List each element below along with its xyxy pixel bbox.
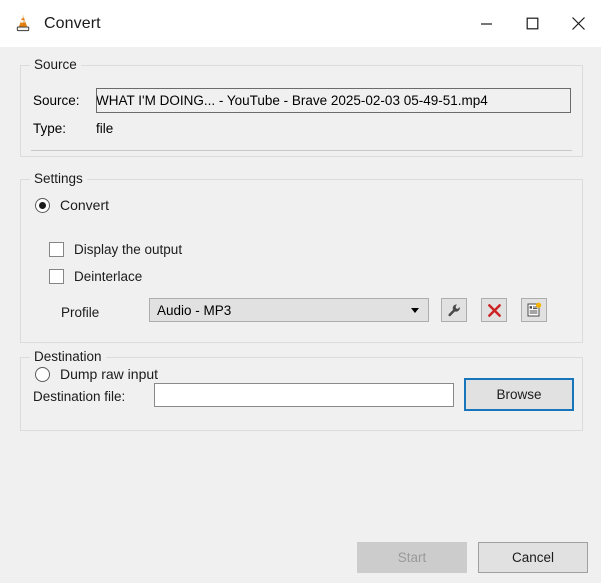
type-value: file: [96, 121, 114, 136]
title-bar-left: Convert: [0, 13, 101, 35]
settings-group: Settings Convert Display the output Dein…: [20, 171, 583, 382]
checkbox-icon-display-output: [49, 242, 64, 257]
window-title: Convert: [44, 14, 101, 32]
wrench-icon: [447, 303, 460, 316]
window-controls: [463, 0, 601, 47]
maximize-button[interactable]: [509, 0, 555, 47]
red-x-icon: [487, 303, 501, 317]
browse-button-label: Browse: [496, 387, 542, 402]
delete-profile-button[interactable]: [481, 298, 507, 322]
create-profile-button[interactable]: [521, 298, 547, 322]
title-bar: Convert: [0, 0, 601, 47]
profile-label: Profile: [61, 305, 100, 320]
edit-profile-button[interactable]: [441, 298, 467, 322]
maximize-icon: [526, 17, 538, 30]
new-profile-icon: [527, 302, 542, 317]
close-icon: [571, 17, 585, 30]
minimize-icon: [480, 23, 492, 25]
profile-select[interactable]: Audio - MP3: [149, 298, 429, 322]
vlc-cone-icon: [12, 13, 34, 35]
minimize-button[interactable]: [463, 0, 509, 47]
source-field-label: Source:: [33, 93, 80, 108]
convert-radio-label: Convert: [60, 197, 110, 213]
cancel-button[interactable]: Cancel: [478, 542, 588, 573]
cancel-button-label: Cancel: [511, 550, 555, 565]
checkbox-icon-deinterlace: [49, 269, 64, 284]
destination-file-input[interactable]: [154, 383, 454, 407]
display-output-checkbox[interactable]: Display the output: [49, 242, 182, 257]
profile-selected-value: Audio - MP3: [157, 302, 232, 318]
chevron-down-icon: [411, 307, 419, 313]
type-label: Type:: [33, 121, 67, 136]
source-group-title: Source: [30, 57, 81, 72]
deinterlace-label: Deinterlace: [74, 269, 143, 284]
start-button-label: Start: [397, 550, 427, 565]
destination-group: Destination Destination file: Browse: [20, 349, 583, 431]
convert-dialog: Source Source: Type: file Settings Conve…: [0, 47, 601, 583]
convert-radio[interactable]: Convert: [35, 197, 109, 213]
browse-button[interactable]: Browse: [464, 378, 574, 411]
radio-button-icon-convert: [35, 197, 50, 213]
close-button[interactable]: [555, 0, 601, 47]
deinterlace-checkbox[interactable]: Deinterlace: [49, 269, 142, 284]
destination-file-label: Destination file:: [33, 389, 126, 404]
source-input[interactable]: [96, 88, 571, 113]
source-group: Source Source: Type: file: [20, 57, 583, 157]
destination-group-title: Destination: [30, 349, 106, 364]
display-output-label: Display the output: [74, 242, 183, 257]
start-button[interactable]: Start: [357, 542, 467, 573]
settings-group-title: Settings: [30, 171, 87, 186]
source-separator: [31, 150, 572, 151]
